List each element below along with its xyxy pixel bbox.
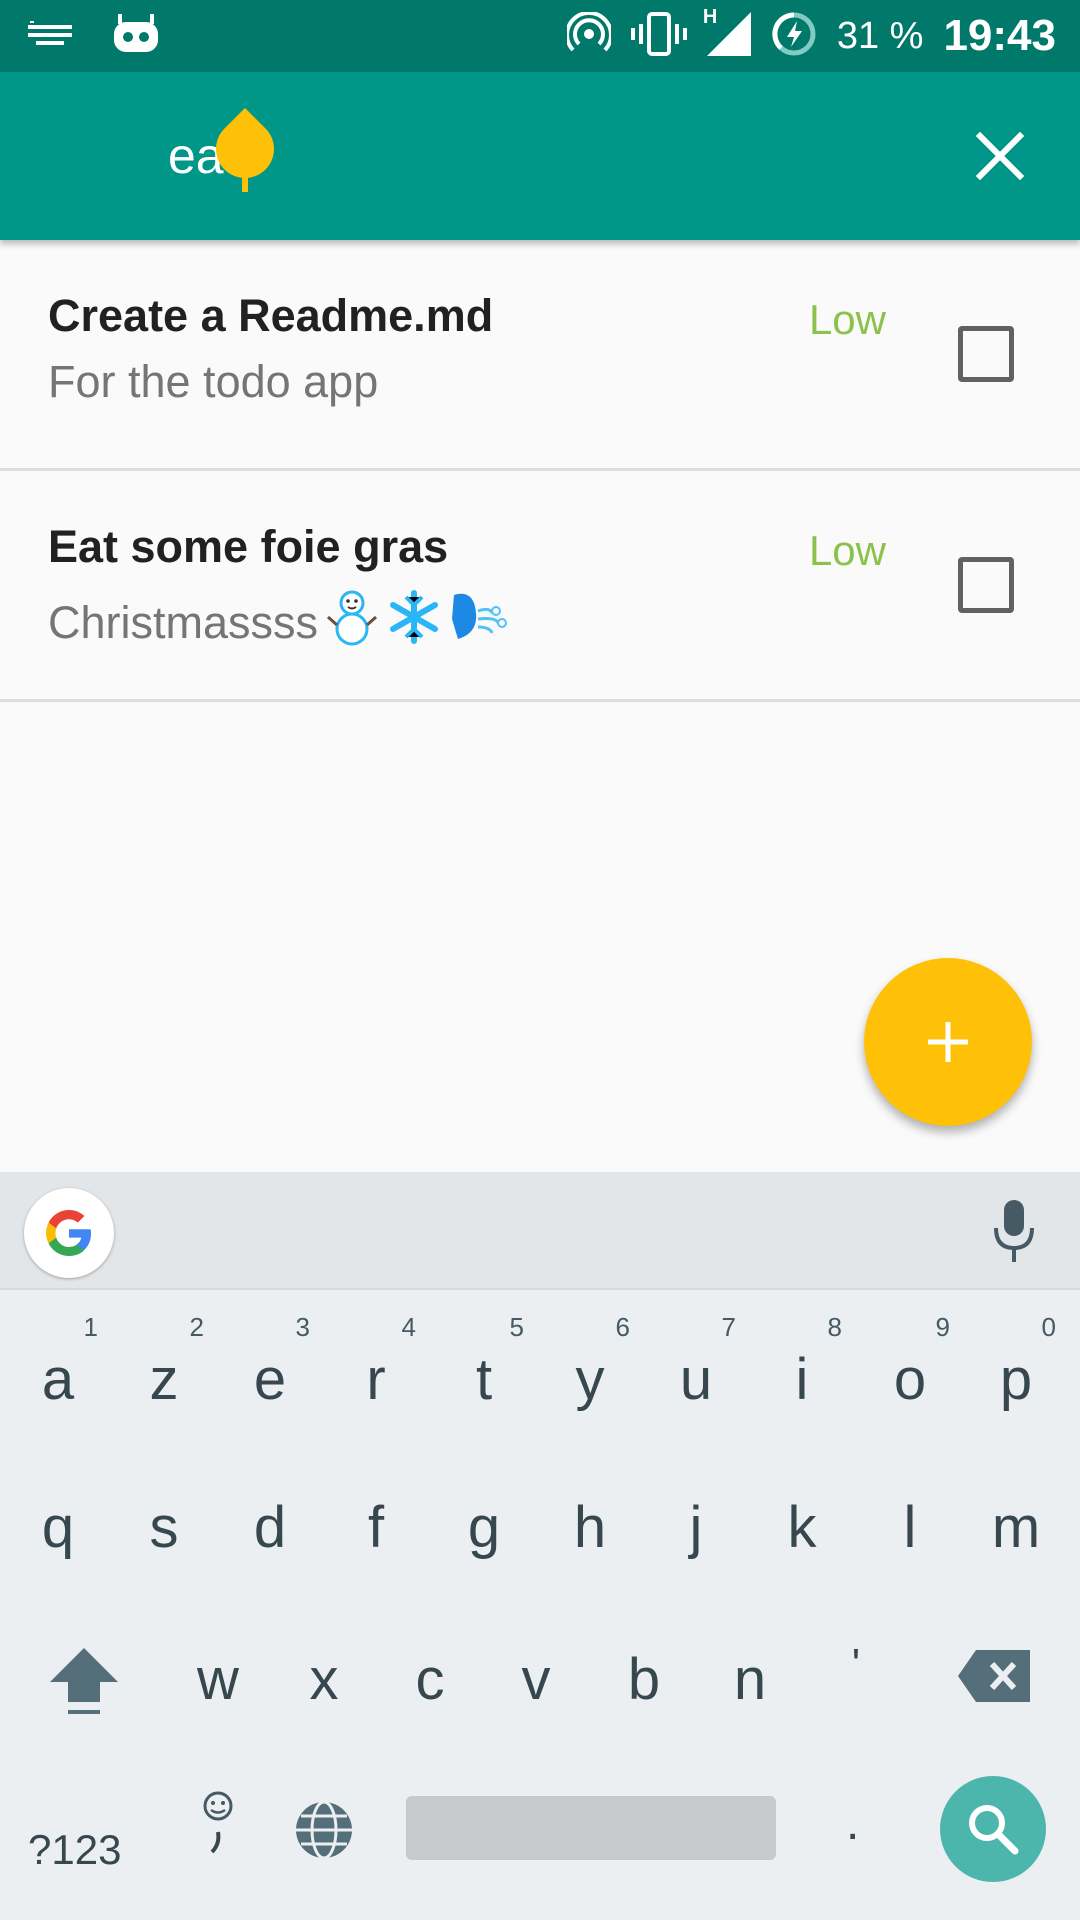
key-i[interactable]: 8i — [752, 1312, 852, 1413]
todo-list: Create a Readme.md For the todo app Low … — [0, 240, 1080, 702]
status-right: H 31 % 19:43 — [564, 6, 1056, 62]
search-input[interactable] — [168, 116, 928, 196]
key-hint: 8 — [827, 1312, 842, 1342]
todo-priority: Low — [808, 527, 886, 574]
key-x[interactable]: x — [274, 1646, 374, 1713]
status-left — [28, 14, 160, 59]
todo-checkbox[interactable] — [958, 557, 1014, 613]
key-hint: 5 — [509, 1312, 524, 1342]
search-toolbar — [0, 72, 1080, 240]
google-icon — [46, 1210, 91, 1256]
plus-icon — [928, 1022, 968, 1062]
key-w[interactable]: w — [168, 1646, 268, 1713]
key-y[interactable]: 6y — [540, 1312, 640, 1413]
todo-description-text: For the todo app — [48, 356, 379, 407]
key-e[interactable]: 3e — [220, 1312, 320, 1413]
snowman-icon — [324, 587, 380, 658]
network-type: H — [702, 5, 718, 28]
shift-key[interactable] — [44, 1640, 124, 1720]
key-label: i — [795, 1347, 809, 1412]
key-hint: 3 — [295, 1312, 310, 1342]
todo-description: For the todo app — [48, 356, 378, 408]
key-l[interactable]: l — [860, 1494, 960, 1561]
wind-face-icon — [448, 589, 508, 656]
key-a[interactable]: 1a — [8, 1312, 108, 1413]
key-label: o — [893, 1347, 927, 1412]
todo-title: Create a Readme.md — [48, 290, 494, 341]
key-n[interactable]: n — [700, 1646, 800, 1713]
todo-checkbox[interactable] — [958, 326, 1014, 382]
keyboard-icon — [28, 19, 72, 54]
key-u[interactable]: 7u — [646, 1312, 746, 1413]
key-label: e — [253, 1347, 287, 1412]
key-g[interactable]: g — [434, 1494, 534, 1561]
hotspot-icon — [564, 10, 613, 61]
clock: 19:43 — [943, 11, 1056, 60]
key-r[interactable]: 4r — [326, 1312, 426, 1413]
keyboard-search-key[interactable] — [940, 1776, 1046, 1882]
key-f[interactable]: f — [326, 1494, 426, 1561]
period-key[interactable]: . — [846, 1796, 859, 1851]
key-hint: 6 — [615, 1312, 630, 1342]
language-key[interactable] — [292, 1798, 356, 1862]
todo-item[interactable]: Create a Readme.md For the todo app Low — [0, 240, 1080, 471]
keyboard-suggestion-bar — [0, 1172, 1080, 1290]
key-label: p — [999, 1347, 1033, 1412]
key-p[interactable]: 0p — [966, 1312, 1066, 1413]
key-hint: 7 — [721, 1312, 736, 1342]
todo-item[interactable]: Eat some foie gras Christmassss Low — [0, 471, 1080, 702]
symbols-key[interactable]: ?123 — [28, 1826, 121, 1874]
todo-description: Christmassss — [48, 587, 508, 658]
key-label: a — [41, 1347, 75, 1412]
microphone-icon — [994, 1200, 1034, 1262]
battery-charging-icon — [771, 11, 817, 62]
todo-priority: Low — [808, 296, 886, 343]
add-todo-button[interactable] — [864, 958, 1032, 1126]
vibrate-icon — [630, 11, 687, 61]
emoji-comma-icon — [203, 1791, 233, 1854]
key-z[interactable]: 2z — [114, 1312, 214, 1413]
snowflake-icon — [386, 589, 442, 656]
key-b[interactable]: b — [594, 1646, 694, 1713]
spacebar[interactable] — [406, 1796, 776, 1860]
cyanogen-icon — [112, 14, 160, 59]
key-h[interactable]: h — [540, 1494, 640, 1561]
backspace-key[interactable] — [956, 1648, 1032, 1704]
key-label: r — [366, 1347, 386, 1412]
status-bar: H 31 % 19:43 — [0, 0, 1080, 72]
key-hint: 0 — [1041, 1312, 1056, 1342]
key-m[interactable]: m — [966, 1494, 1066, 1561]
shift-arrow-icon — [50, 1648, 118, 1714]
key-c[interactable]: c — [380, 1646, 480, 1713]
google-button[interactable] — [24, 1188, 114, 1278]
backspace-icon — [958, 1650, 1030, 1702]
key-j[interactable]: j — [646, 1494, 746, 1561]
key-d[interactable]: d — [220, 1494, 320, 1561]
todo-title: Eat some foie gras — [48, 521, 449, 572]
close-search-button[interactable] — [968, 124, 1032, 188]
key-label: y — [575, 1347, 605, 1412]
close-icon — [975, 131, 1025, 181]
key-k[interactable]: k — [752, 1494, 852, 1561]
key-hint: 9 — [935, 1312, 950, 1342]
key-label: u — [679, 1347, 713, 1412]
key-apostrophe[interactable]: ' — [806, 1640, 906, 1690]
todo-description-text: Christmassss — [48, 596, 319, 648]
key-s[interactable]: s — [114, 1494, 214, 1561]
key-label: t — [475, 1347, 493, 1412]
emoji-key[interactable] — [196, 1790, 240, 1860]
search-icon — [969, 1805, 1019, 1855]
key-q[interactable]: q — [8, 1494, 108, 1561]
key-hint: 1 — [83, 1312, 98, 1342]
globe-icon — [296, 1800, 352, 1860]
key-v[interactable]: v — [486, 1646, 586, 1713]
key-hint: 4 — [401, 1312, 416, 1342]
key-t[interactable]: 5t — [434, 1312, 534, 1413]
key-o[interactable]: 9o — [860, 1312, 960, 1413]
key-label: z — [149, 1347, 179, 1412]
battery-level: 31 % — [836, 14, 924, 57]
voice-input-button[interactable] — [990, 1196, 1050, 1266]
signal-icon: H — [703, 6, 751, 61]
key-hint: 2 — [189, 1312, 204, 1342]
